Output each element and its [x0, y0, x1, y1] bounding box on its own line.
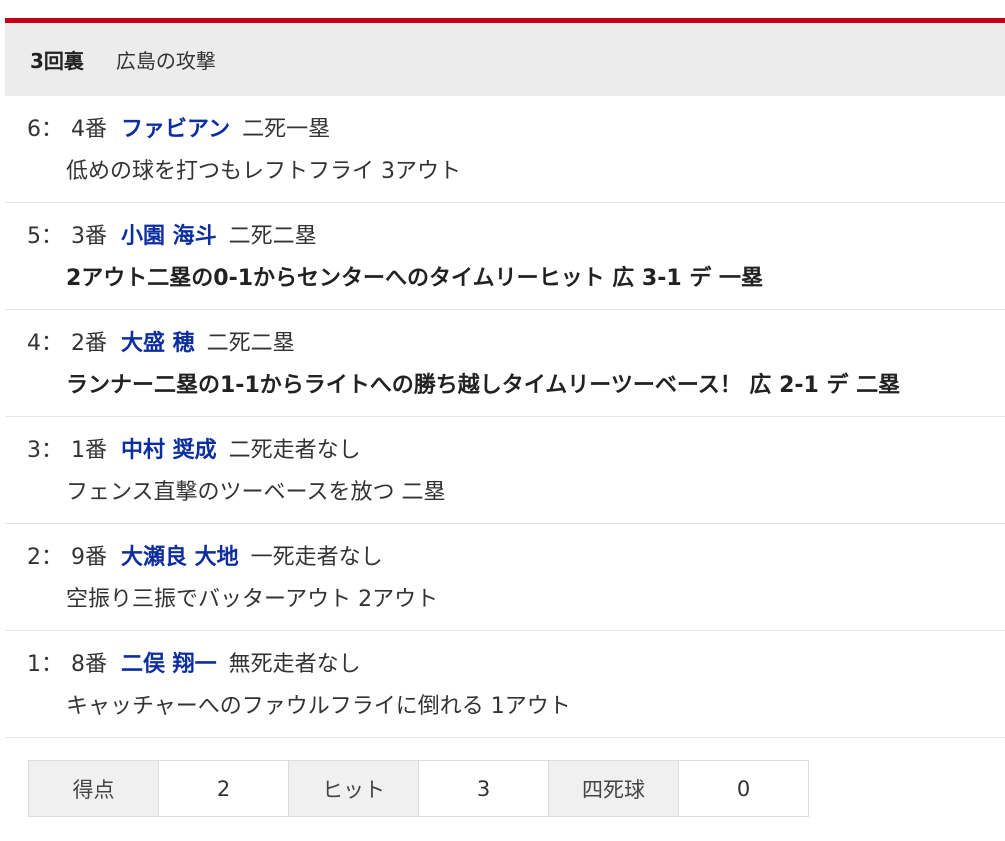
- batting-order: 4番: [71, 117, 107, 142]
- team-attack-label: 広島の攻撃: [115, 49, 216, 73]
- inning-label: 3回裏: [30, 49, 84, 73]
- play-result-highlight: 2アウト二塁の0-1からセンターへのタイムリーヒット 広 3-1 デ 一塁: [66, 266, 763, 291]
- walks-value: 0: [678, 760, 809, 817]
- batting-order: 9番: [71, 545, 107, 570]
- play-result: 空振り三振でバッターアウト 2アウト: [66, 587, 439, 612]
- situation: 二死二塁: [228, 224, 317, 249]
- inning-summary-table: 得点 2 ヒット 3 四死球 0: [28, 760, 809, 817]
- batter-link[interactable]: 大瀬良 大地: [121, 545, 239, 570]
- inning-header: 3回裏 広島の攻撃: [5, 23, 1005, 96]
- batting-order: 8番: [71, 652, 107, 677]
- batter-link[interactable]: 中村 奨成: [121, 438, 217, 463]
- play-item: 5： 3番 小園 海斗 二死二塁 2アウト二塁の0-1からセンターへのタイムリーヒット…: [5, 203, 1005, 310]
- play-number: 4：: [27, 331, 63, 356]
- inning-panel: 3回裏 広島の攻撃 6： 4番 ファビアン 二死一塁 低めの球を打つもレフトフライ 3…: [0, 0, 1005, 841]
- batter-link[interactable]: ファビアン: [121, 117, 230, 142]
- batting-order: 1番: [71, 438, 107, 463]
- runs-value: 2: [158, 760, 289, 817]
- play-item: 4： 2番 大盛 穂二死二塁 ランナー二塁の1-1からライトへの勝ち越しタイムリーツ…: [5, 310, 1005, 417]
- batter-link[interactable]: 小園 海斗: [121, 224, 217, 249]
- play-result: フェンス直撃のツーベースを放つ 二塁: [66, 480, 446, 505]
- batting-order: 2番: [71, 331, 107, 356]
- play-number: 1：: [27, 652, 63, 677]
- situation: 二死二塁: [206, 331, 295, 356]
- situation: 二死走者なし: [228, 438, 361, 463]
- play-number: 5：: [27, 224, 63, 249]
- play-item: 3： 1番 中村 奨成 二死走者なし フェンス直撃のツーベースを放つ 二塁: [5, 417, 1005, 524]
- play-number: 3：: [27, 438, 63, 463]
- situation: 一死走者なし: [250, 545, 383, 570]
- situation: 無死走者なし: [228, 652, 361, 677]
- play-list: 6： 4番 ファビアン 二死一塁 低めの球を打つもレフトフライ 3アウト 5： 3番 小園…: [5, 96, 1005, 738]
- situation: 二死一塁: [242, 117, 331, 142]
- play-item: 1： 8番 二俣 翔一 無死走者なし キャッチャーへのファウルフライに倒れる 1アウト: [5, 631, 1005, 738]
- play-number: 2：: [27, 545, 63, 570]
- play-item: 6： 4番 ファビアン 二死一塁 低めの球を打つもレフトフライ 3アウト: [5, 96, 1005, 203]
- runs-label: 得点: [28, 760, 159, 817]
- walks-label: 四死球: [548, 760, 679, 817]
- batting-order: 3番: [71, 224, 107, 249]
- play-result: 低めの球を打つもレフトフライ 3アウト: [66, 159, 461, 184]
- play-item: 2： 9番 大瀬良 大地 一死走者なし 空振り三振でバッターアウト 2アウト: [5, 524, 1005, 631]
- play-number: 6：: [27, 117, 63, 142]
- hits-label: ヒット: [288, 760, 419, 817]
- batter-link[interactable]: 大盛 穂: [121, 331, 195, 356]
- play-result: キャッチャーへのファウルフライに倒れる 1アウト: [66, 694, 571, 719]
- hits-value: 3: [418, 760, 549, 817]
- play-result-highlight: ランナー二塁の1-1からライトへの勝ち越しタイムリーツーベース！ 広 2-1 デ…: [66, 373, 901, 398]
- batter-link[interactable]: 二俣 翔一: [121, 652, 217, 677]
